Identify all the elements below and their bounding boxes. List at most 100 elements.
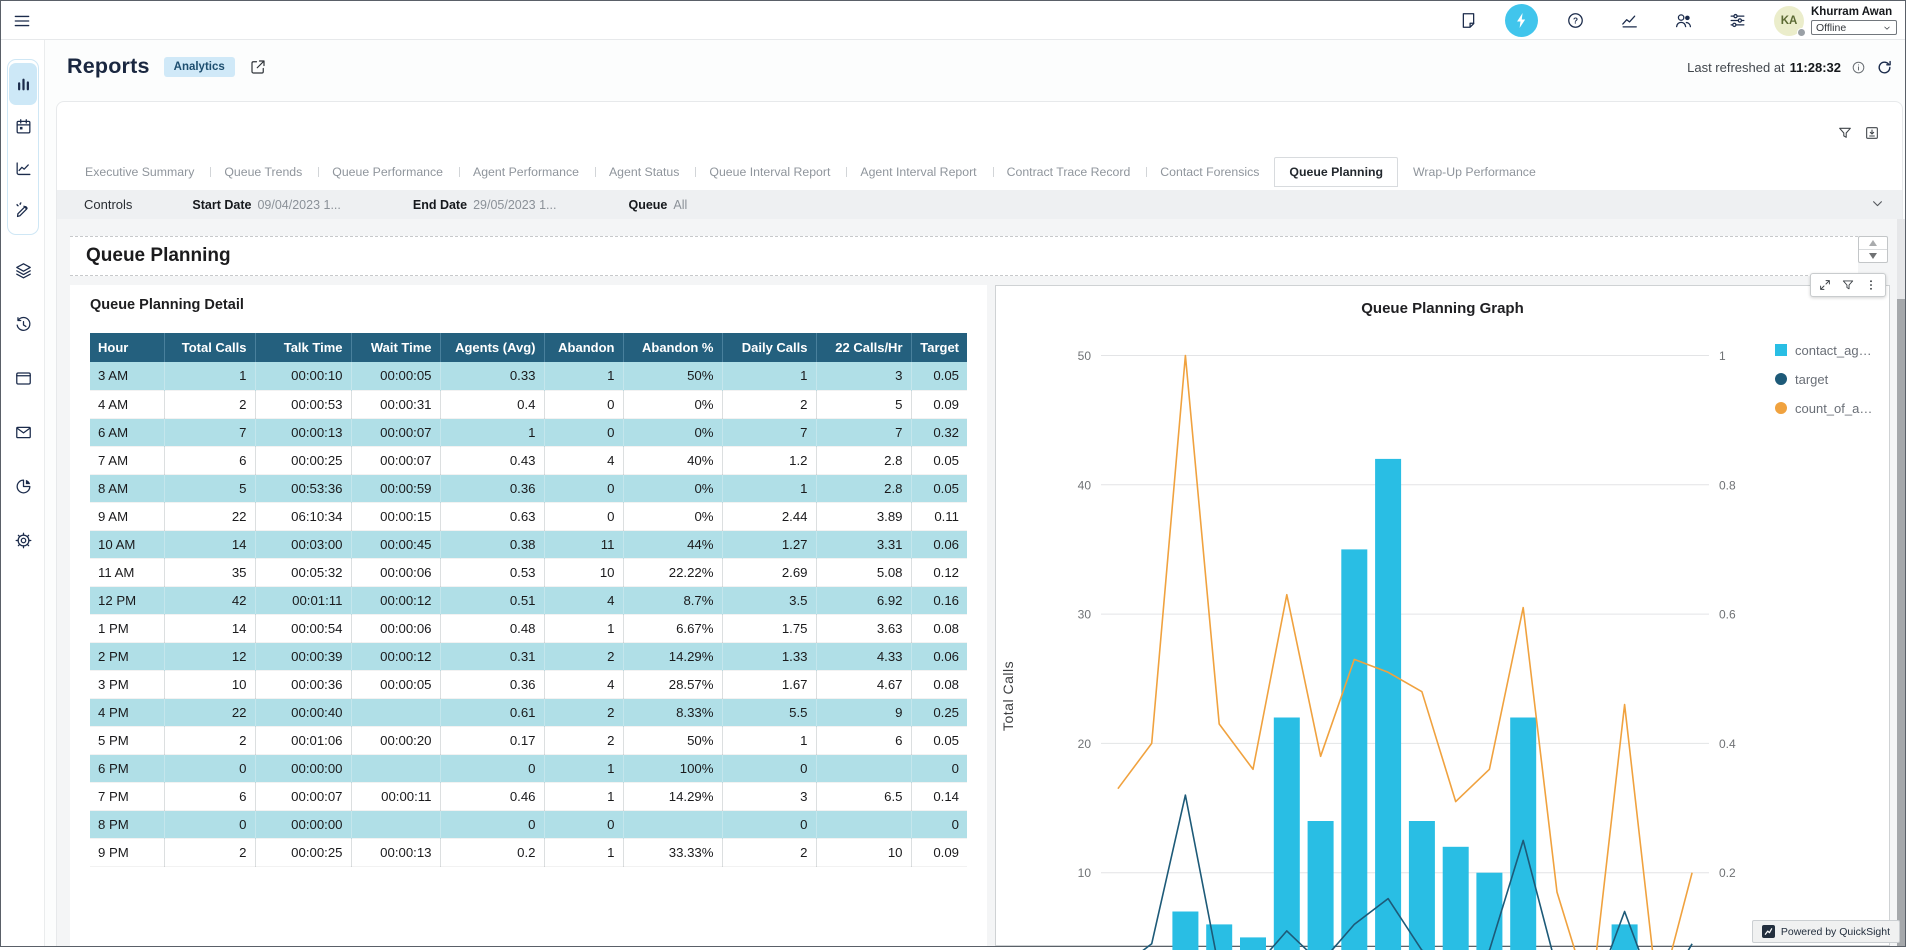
cell: 3 [722,782,816,810]
refresh-icon[interactable] [1876,59,1893,76]
tab-executive-summary[interactable]: Executive Summary [70,157,209,187]
sidebar-item-window[interactable] [9,367,37,389]
sidebar-item-reports[interactable] [9,475,37,497]
cell: 0 [440,754,544,782]
cell: 0 [544,474,623,502]
analytics-icon[interactable] [1612,4,1646,38]
cell: 00:00:07 [255,782,351,810]
cell: 2.8 [816,446,911,474]
cell: 00:00:25 [255,446,351,474]
cell [816,754,911,782]
legend-item-target[interactable]: target [1775,368,1872,390]
scrollbar-thumb[interactable] [1897,299,1905,946]
cell: 00:00:12 [351,642,440,670]
analytics-badge[interactable]: Analytics [164,57,235,77]
column-header-wait-time[interactable]: Wait Time [351,333,440,362]
column-header-hour[interactable]: Hour [90,333,164,362]
topbar-right: ? KA Khurram Awan Offline [1451,1,1897,40]
download-icon[interactable] [1864,125,1880,141]
column-header-22-calls-hr[interactable]: 22 Calls/Hr [816,333,911,362]
chart-toolbar [1810,273,1886,297]
cell: 00:00:06 [351,558,440,586]
cell: 0.63 [440,502,544,530]
cell: 0 [544,390,623,418]
tab-queue-performance[interactable]: Queue Performance [317,157,458,187]
spin-down-button[interactable] [1859,249,1887,262]
cell: 1.67 [722,670,816,698]
cell: 10 [816,838,911,866]
tab-contact-forensics[interactable]: Contact Forensics [1145,157,1274,187]
column-header-talk-time[interactable]: Talk Time [255,333,351,362]
menu-icon[interactable] [12,11,32,31]
chevron-down-icon[interactable] [1869,195,1886,212]
spin-up-button[interactable] [1859,237,1887,249]
cell: 3.5 [722,586,816,614]
sidebar-item-layers[interactable] [9,259,37,281]
cell: 1.75 [722,614,816,642]
info-icon[interactable] [1851,60,1866,75]
control-end-date[interactable]: End Date29/05/2023 1... [413,198,557,212]
cell: 0.08 [911,614,967,642]
sidebar-item-history[interactable] [9,313,37,335]
legend-swatch-icon [1775,373,1787,385]
sidebar-item-design[interactable] [9,189,37,231]
sliders-icon[interactable] [1720,4,1754,38]
status-select[interactable]: Offline [1811,20,1897,35]
flash-icon[interactable] [1505,4,1538,37]
table-row-1-pm: 1 PM1400:00:5400:00:060.4816.67%1.753.63… [90,614,967,642]
tab-queue-interval-report[interactable]: Queue Interval Report [694,157,845,187]
cell: 00:00:15 [351,502,440,530]
cell: 8.33% [623,698,722,726]
users-icon[interactable] [1666,4,1700,38]
tab-wrap-up-performance[interactable]: Wrap-Up Performance [1398,157,1551,187]
avatar[interactable]: KA [1774,6,1804,36]
external-link-icon[interactable] [249,58,267,76]
tab-contract-trace-record[interactable]: Contract Trace Record [992,157,1146,187]
control-start-date[interactable]: Start Date09/04/2023 1... [192,198,340,212]
tab-agent-status[interactable]: Agent Status [594,157,694,187]
cell: 11 [544,530,623,558]
cell: 1.2 [722,446,816,474]
page-title: Reports [67,54,150,79]
sidebar-item-mail[interactable] [9,421,37,443]
cell: 10 [544,558,623,586]
cell: 0 [911,754,967,782]
sheet: Queue Planning Queue Planning Detail Hou… [57,219,1902,946]
tab-queue-trends[interactable]: Queue Trends [209,157,317,187]
column-header-agents-avg[interactable]: Agents (Avg) [440,333,544,362]
column-header-daily-calls[interactable]: Daily Calls [722,333,816,362]
legend-label: count_of_a… [1795,401,1872,416]
help-icon[interactable]: ? [1558,4,1592,38]
filter-icon[interactable] [1837,125,1853,141]
sidebar-item-trends[interactable] [9,147,37,189]
cell: 9 AM [90,502,164,530]
legend-item-count-of-a[interactable]: count_of_a… [1775,397,1872,419]
vertical-scrollbar[interactable] [1897,219,1905,946]
expand-icon[interactable] [1818,278,1832,292]
cell: 00:00:13 [351,838,440,866]
cell: 0% [623,418,722,446]
tab-agent-interval-report[interactable]: Agent Interval Report [845,157,991,187]
filter-icon[interactable] [1841,278,1855,292]
sidebar-item-settings[interactable] [9,529,37,551]
sidebar-item-dashboards[interactable] [9,63,37,105]
column-header-target[interactable]: Target [911,333,967,362]
cell: 00:00:07 [351,446,440,474]
powered-by-badge[interactable]: Powered by QuickSight [1752,920,1900,943]
cell: 4.33 [816,642,911,670]
table-row-12-pm: 12 PM4200:01:1100:00:120.5148.7%3.56.920… [90,586,967,614]
table-row-4-pm: 4 PM2200:00:400.6128.33%5.590.25 [90,698,967,726]
tab-queue-planning[interactable]: Queue Planning [1274,157,1398,187]
cell: 1 [164,362,255,390]
caret-down-icon [1869,253,1877,259]
notes-icon[interactable] [1451,4,1485,38]
column-header-total-calls[interactable]: Total Calls [164,333,255,362]
kebab-menu-icon[interactable] [1864,278,1878,292]
column-header-abandon[interactable]: Abandon % [623,333,722,362]
tab-agent-performance[interactable]: Agent Performance [458,157,594,187]
legend-item-contact-ag[interactable]: contact_ag… [1775,339,1872,361]
sidebar-item-calendar[interactable] [9,105,37,147]
column-header-abandon[interactable]: Abandon [544,333,623,362]
cell: 00:00:31 [351,390,440,418]
control-queue[interactable]: QueueAll [628,198,687,212]
